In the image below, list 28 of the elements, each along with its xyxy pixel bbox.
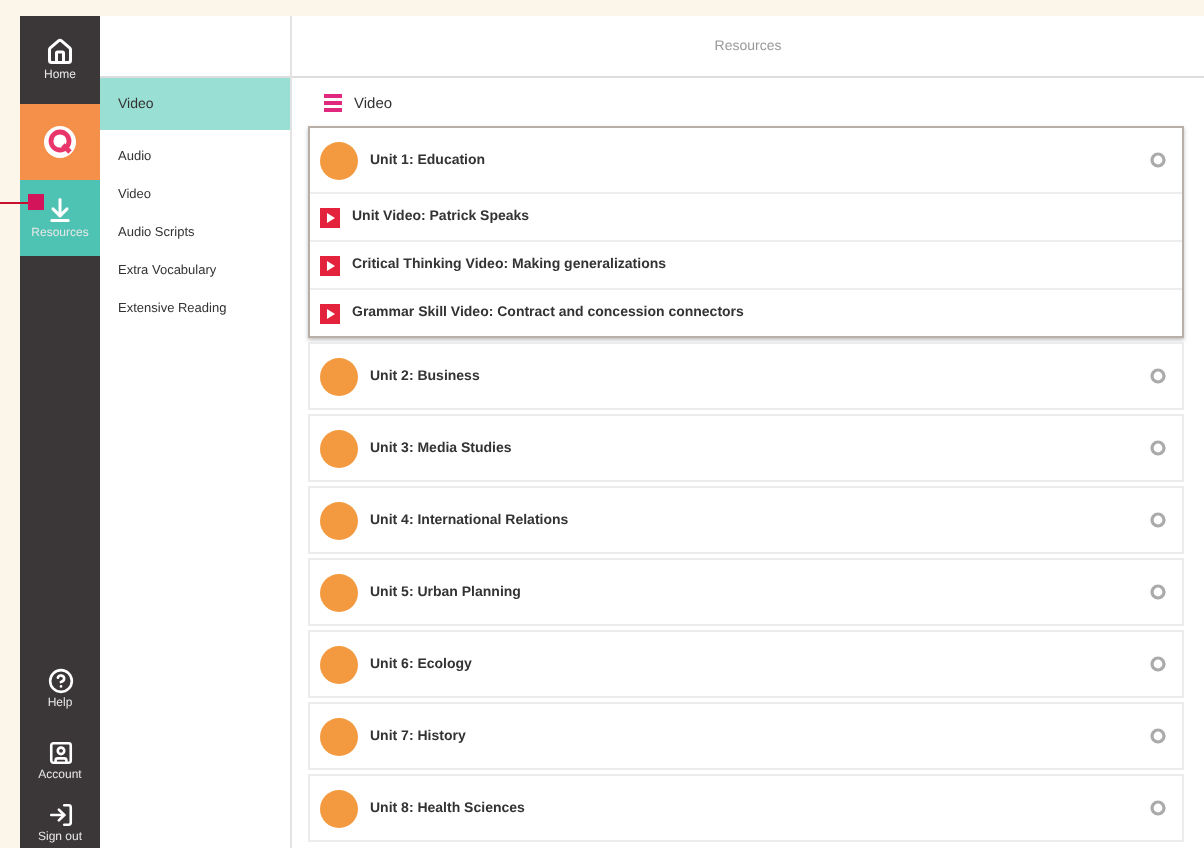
sign-out-icon: [47, 801, 73, 827]
help-icon: [47, 667, 73, 693]
unit-dot: [320, 573, 358, 611]
unit-dot: [320, 141, 358, 179]
unit-dot: [320, 645, 358, 683]
circle-icon: [1150, 656, 1166, 672]
logo-icon: [42, 124, 78, 160]
circle-icon: [1150, 512, 1166, 528]
account-icon: [47, 739, 73, 765]
home-icon: [46, 38, 74, 66]
play-icon: [320, 207, 340, 227]
unit-dot: [320, 789, 358, 827]
circle-icon: [1150, 728, 1166, 744]
download-icon: [46, 196, 74, 224]
callout-marker: [0, 194, 44, 210]
circle-icon: [1150, 368, 1166, 384]
circle-icon: [1150, 440, 1166, 456]
circle-icon: [1150, 152, 1166, 168]
play-icon: [320, 303, 340, 323]
circle-icon: [1150, 584, 1166, 600]
logo-tile[interactable]: [20, 104, 100, 180]
unit-dot: [320, 717, 358, 755]
unit-dot: [320, 501, 358, 539]
play-icon: [320, 255, 340, 275]
unit-dot: [320, 429, 358, 467]
menu-icon[interactable]: [324, 93, 342, 111]
circle-icon: [1150, 800, 1166, 816]
unit-dot: [320, 357, 358, 395]
